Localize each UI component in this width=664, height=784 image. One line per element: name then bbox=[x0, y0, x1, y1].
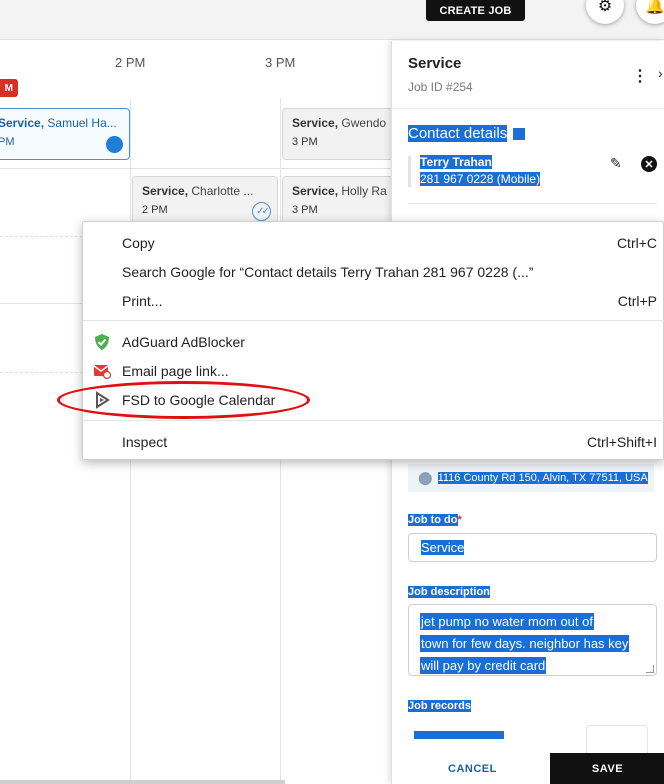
collapse-panel-icon[interactable]: › bbox=[658, 65, 663, 81]
menu-item-shortcut: Ctrl+C bbox=[616, 235, 657, 251]
location-pin-icon: ⬤ bbox=[418, 470, 433, 485]
menu-separator bbox=[83, 420, 664, 421]
event-time: 3 PM bbox=[292, 204, 318, 216]
job-description-label: Job description bbox=[408, 586, 490, 598]
menu-item-print[interactable]: Print... Ctrl+P bbox=[83, 287, 664, 315]
job-to-do-value: Service bbox=[421, 540, 465, 555]
time-label-3pm: 3 PM bbox=[265, 55, 296, 70]
now-badge: M bbox=[0, 79, 18, 97]
address-text: 1116 County Rd 150, Alvin, TX 77511, USA bbox=[437, 472, 648, 484]
job-description-textarea[interactable]: jet pump no water mom out of town for fe… bbox=[408, 604, 657, 676]
event-customer: Holly Ra bbox=[341, 184, 387, 198]
double-check-icon: ✓✓ bbox=[252, 202, 271, 221]
menu-item-label: Inspect bbox=[122, 434, 168, 450]
context-menu: Copy Ctrl+C Search Google for “Contact d… bbox=[82, 221, 664, 460]
menu-item-label: Copy bbox=[122, 235, 155, 251]
adguard-shield-icon bbox=[95, 334, 109, 350]
contact-name: Terry Trahan bbox=[420, 155, 492, 169]
settings-button[interactable]: ⚙ bbox=[586, 0, 624, 24]
status-dot-icon bbox=[106, 136, 123, 153]
calendar-event[interactable]: Service, Gwendo 3 PM bbox=[282, 108, 392, 160]
top-bar: CREATE JOB ⚙ 🔔 bbox=[0, 0, 664, 40]
job-records-label: Job records bbox=[408, 700, 471, 712]
time-label-2pm: 2 PM bbox=[115, 55, 146, 70]
event-service: Service, bbox=[142, 184, 189, 198]
contact-accent-bar bbox=[408, 156, 411, 187]
gear-icon: ⚙ bbox=[597, 0, 613, 15]
menu-item-copy[interactable]: Copy Ctrl+C bbox=[83, 229, 664, 257]
job-to-do-label-text: Job to do bbox=[408, 514, 458, 526]
event-service: Service, bbox=[0, 116, 45, 130]
menu-item-shortcut: Ctrl+P bbox=[617, 293, 657, 309]
menu-item-adguard[interactable]: AdGuard AdBlocker bbox=[83, 328, 664, 356]
highlight-ellipse bbox=[57, 381, 310, 419]
required-mark: * bbox=[457, 514, 462, 526]
menu-item-inspect[interactable]: Inspect Ctrl+Shift+I bbox=[83, 428, 664, 456]
panel-title: Service bbox=[408, 55, 462, 72]
remove-contact-icon[interactable]: ✕ bbox=[641, 156, 657, 172]
job-records-label-text: Job records bbox=[408, 700, 471, 712]
event-customer: Charlotte ... bbox=[191, 184, 254, 198]
job-id: Job ID #254 bbox=[408, 80, 473, 94]
menu-item-label: AdGuard AdBlocker bbox=[122, 334, 245, 350]
grid-line bbox=[0, 168, 392, 169]
menu-item-shortcut: Ctrl+Shift+I bbox=[586, 434, 657, 450]
menu-item-label: Email page link... bbox=[122, 363, 229, 379]
job-to-do-label: Job to do* bbox=[408, 514, 462, 526]
info-icon bbox=[513, 128, 526, 141]
notifications-button[interactable]: 🔔 bbox=[636, 0, 664, 24]
description-line: will pay by credit card bbox=[420, 657, 547, 674]
menu-item-label: Search Google for “Contact details Terry… bbox=[122, 264, 534, 280]
contact-phone-text: 281 967 0228 (Mobile) bbox=[420, 172, 541, 186]
cancel-button[interactable]: CANCEL bbox=[448, 763, 497, 775]
menu-item-label: Print... bbox=[122, 293, 163, 309]
contact-name-text: Terry Trahan bbox=[420, 155, 492, 169]
event-time: 2 PM bbox=[142, 204, 168, 216]
edit-pencil-icon[interactable]: ✎ bbox=[610, 155, 622, 172]
event-time: PM bbox=[0, 136, 15, 148]
event-service: Service, bbox=[292, 116, 339, 130]
email-icon bbox=[93, 365, 111, 380]
job-to-do-input[interactable]: Service bbox=[408, 533, 657, 562]
event-customer: Gwendo bbox=[341, 116, 387, 130]
resize-handle-icon[interactable] bbox=[646, 665, 654, 673]
job-description-label-text: Job description bbox=[408, 586, 490, 598]
divider bbox=[408, 203, 657, 204]
more-options-icon[interactable]: ⋮ bbox=[632, 66, 648, 86]
contact-details-heading: Contact details bbox=[408, 125, 526, 142]
create-job-button[interactable]: CREATE JOB bbox=[426, 0, 525, 21]
save-button[interactable]: SAVE bbox=[550, 753, 664, 784]
bell-icon: 🔔 bbox=[645, 0, 664, 15]
divider bbox=[392, 108, 664, 109]
address-field[interactable]: ⬤ 1116 County Rd 150, Alvin, TX 77511, U… bbox=[408, 464, 654, 492]
description-line: jet pump no water mom out of bbox=[420, 613, 594, 630]
job-records-content bbox=[414, 731, 504, 739]
menu-item-search-google[interactable]: Search Google for “Contact details Terry… bbox=[83, 258, 664, 286]
contact-details-text: Contact details bbox=[408, 125, 508, 142]
horizontal-scrollbar[interactable] bbox=[0, 780, 285, 784]
menu-separator bbox=[83, 320, 664, 321]
calendar-event[interactable]: Service, Samuel Ha... PM bbox=[0, 108, 130, 160]
contact-phone: 281 967 0228 (Mobile) bbox=[420, 172, 541, 186]
event-customer: Samuel Ha... bbox=[47, 116, 117, 130]
event-time: 3 PM bbox=[292, 136, 318, 148]
description-line: town for few days. neighbor has key bbox=[420, 635, 630, 652]
event-service: Service, bbox=[292, 184, 339, 198]
